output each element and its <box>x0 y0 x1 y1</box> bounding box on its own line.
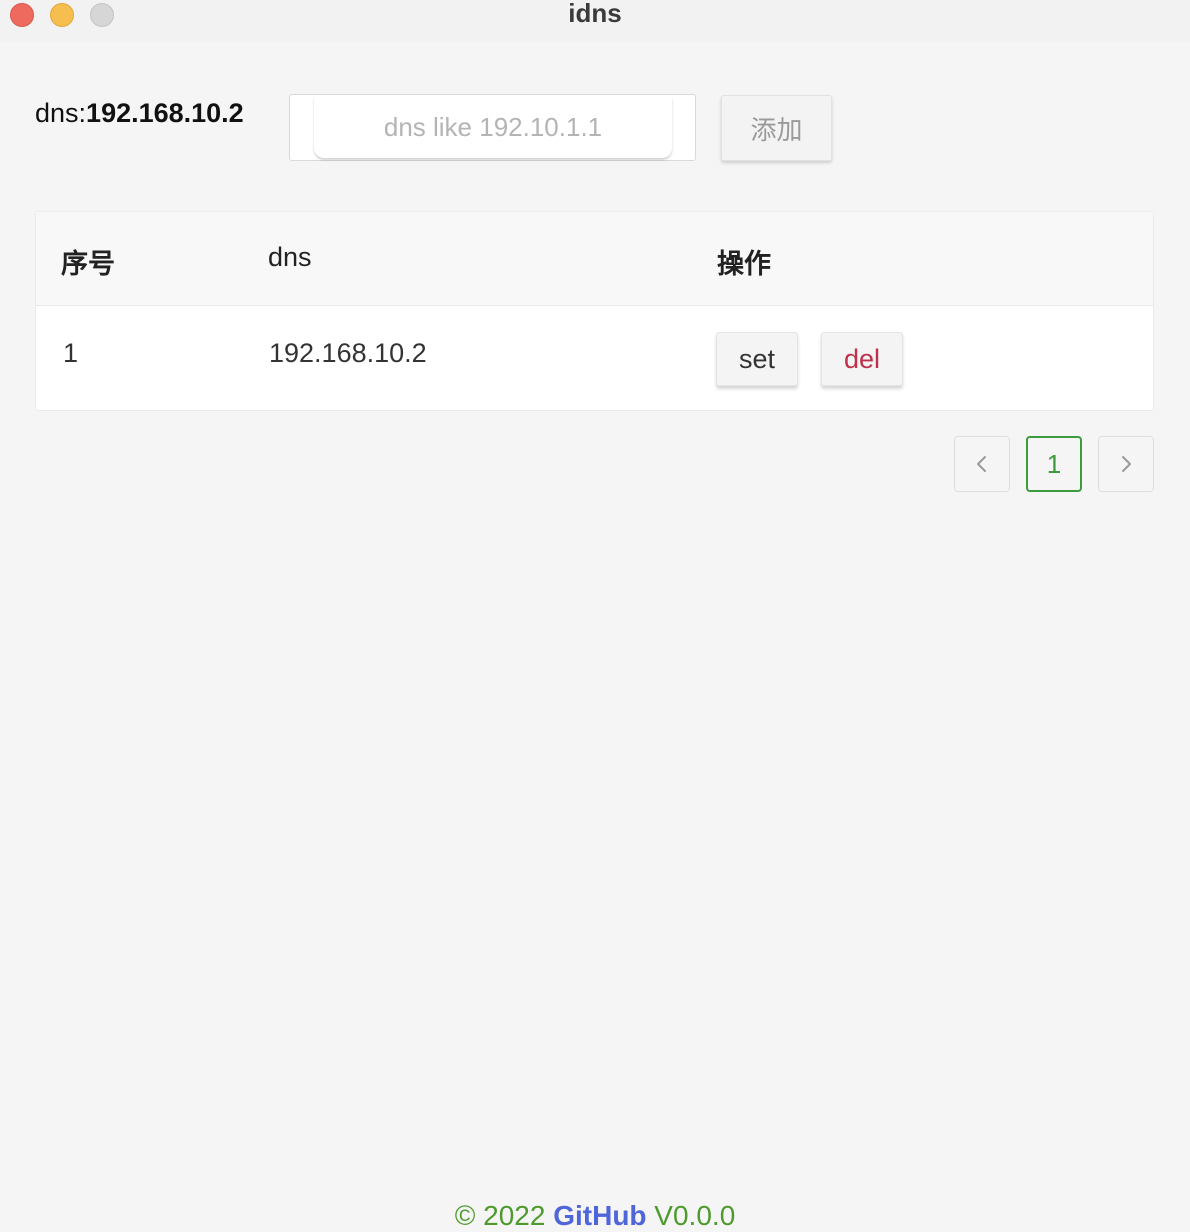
header-operations: 操作 <box>717 249 771 280</box>
chevron-left-icon <box>977 456 986 472</box>
footer-version: V0.0.0 <box>646 1200 736 1231</box>
set-dns-button[interactable]: set <box>716 332 798 386</box>
window-title: idns <box>568 0 622 28</box>
current-dns: dns:192.168.10.2 <box>35 98 244 129</box>
pagination-prev-button[interactable] <box>954 436 1010 492</box>
chevron-right-icon <box>1122 456 1131 472</box>
current-dns-value: 192.168.10.2 <box>86 98 244 128</box>
github-link[interactable]: GitHub <box>553 1200 646 1231</box>
add-dns-button[interactable]: 添加 <box>721 95 832 161</box>
table-row: 1 192.168.10.2 set del <box>36 306 1153 410</box>
header-index: 序号 <box>61 249 115 280</box>
row-dns: 192.168.10.2 <box>269 338 427 368</box>
table-header: 序号 dns 操作 <box>36 212 1153 306</box>
row-index: 1 <box>63 338 79 368</box>
delete-dns-button[interactable]: del <box>821 332 903 386</box>
footer-copyright: © 2022 <box>454 1200 554 1231</box>
dns-input[interactable] <box>314 97 672 158</box>
dns-input-container <box>289 94 696 161</box>
footer: © 2022 GitHub V0.0.0 <box>0 1200 1190 1232</box>
pagination-page-1[interactable]: 1 <box>1026 436 1082 492</box>
pagination-next-button[interactable] <box>1098 436 1154 492</box>
window-titlebar: idns <box>0 0 1190 42</box>
dns-table: 序号 dns 操作 1 192.168.10.2 set del <box>35 211 1154 411</box>
header-dns: dns <box>268 242 312 272</box>
current-dns-label: dns: <box>35 98 87 128</box>
